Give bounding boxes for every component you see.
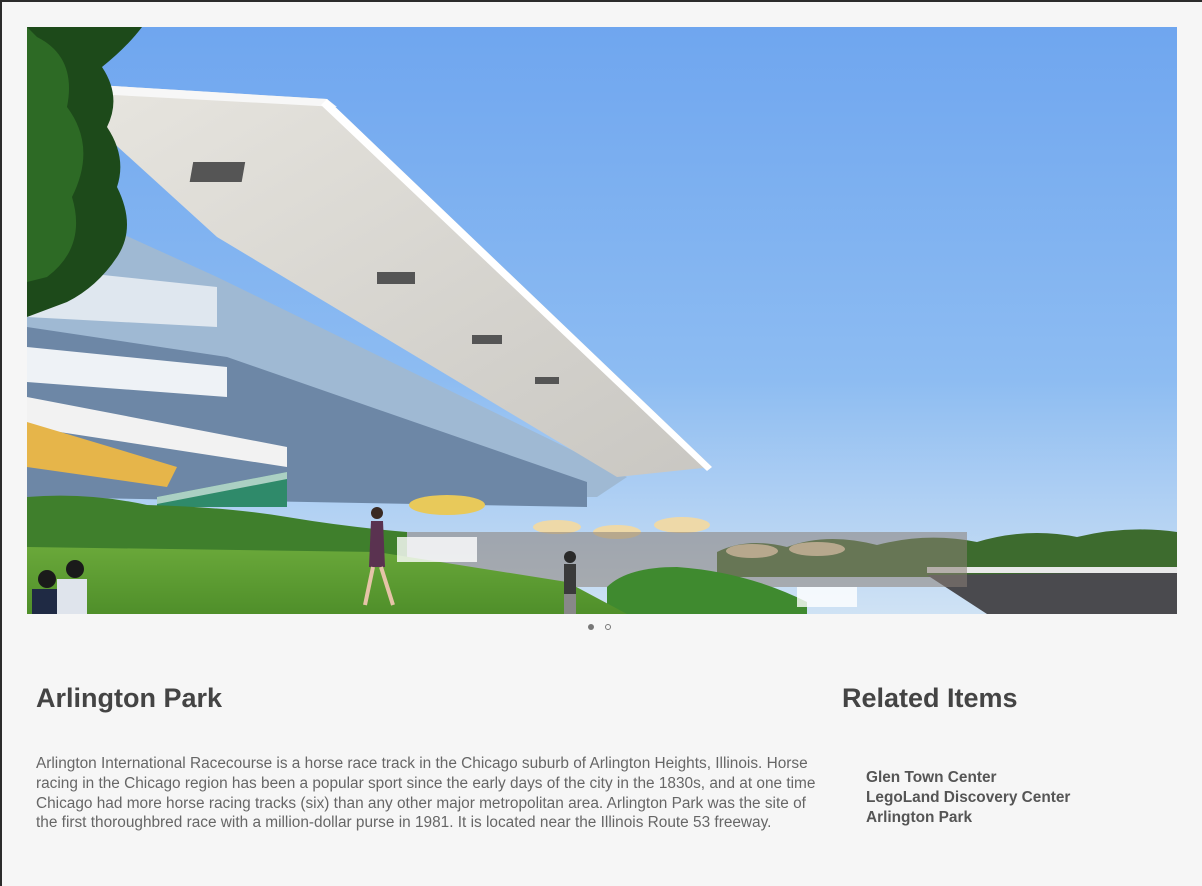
related-item-arlington-park[interactable]: Arlington Park [866, 808, 1070, 828]
related-item-glen-town-center[interactable]: Glen Town Center [866, 768, 1070, 788]
description-text: Arlington International Racecourse is a … [36, 755, 816, 832]
image-carousel[interactable] [27, 27, 1177, 614]
carousel-pagination [588, 624, 611, 630]
related-item-legoland-discovery-center[interactable]: LegoLand Discovery Center [866, 788, 1070, 808]
arlington-park-photo [27, 27, 1177, 614]
carousel-dot-1[interactable] [588, 624, 594, 630]
carousel-dot-2[interactable] [605, 624, 611, 630]
related-items-heading: Related Items [842, 683, 1018, 713]
related-items-list: Glen Town Center LegoLand Discovery Cent… [866, 768, 1070, 828]
page-title: Arlington Park [36, 683, 223, 713]
page: Arlington Park Arlington International R… [2, 2, 1202, 886]
